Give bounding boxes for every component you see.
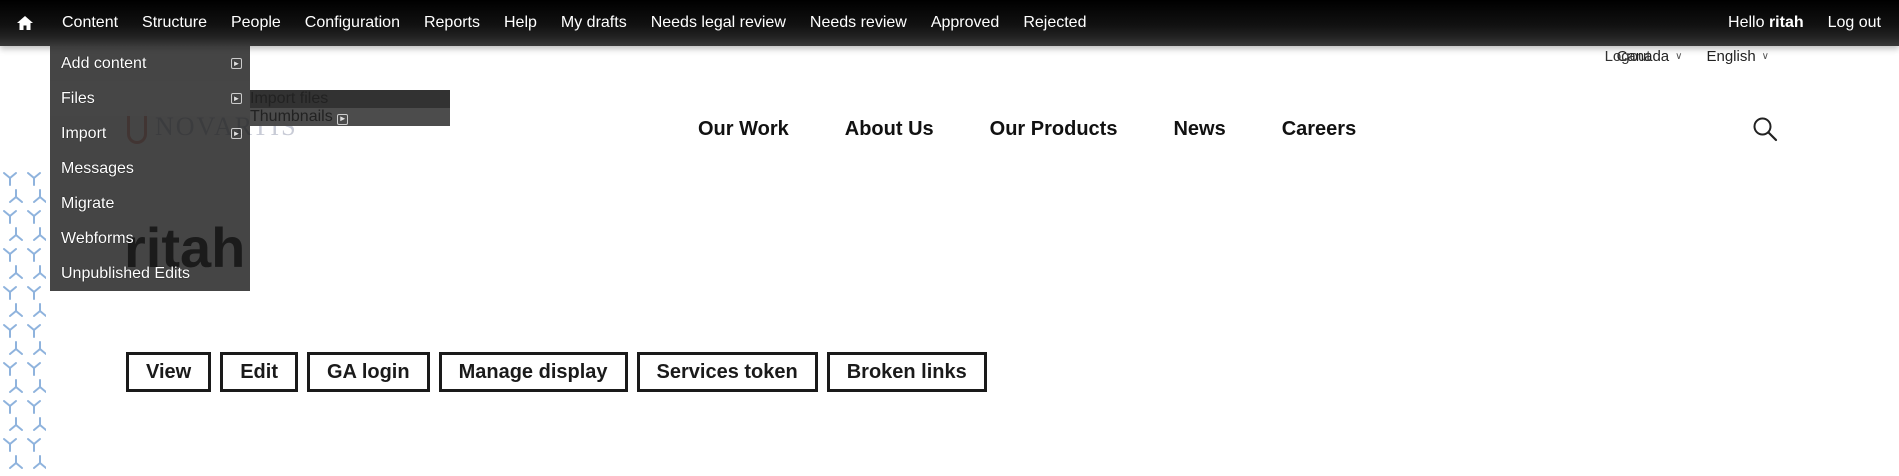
greeting-text: Hello xyxy=(1728,14,1765,31)
menu-item-messages[interactable]: Messages xyxy=(50,151,250,186)
logout-overlap-text: Logout xyxy=(1604,48,1651,65)
pattern-glyph xyxy=(33,189,46,203)
pattern-glyph xyxy=(27,286,41,300)
menu-item-label: Migrate xyxy=(61,194,115,212)
admin-menu-configuration[interactable]: Configuration xyxy=(293,14,412,32)
nav-item-our-products[interactable]: Our Products xyxy=(990,118,1118,141)
pattern-glyph xyxy=(3,362,17,376)
pattern-glyph xyxy=(9,341,23,355)
pattern-glyph xyxy=(3,400,17,414)
pattern-glyph xyxy=(9,417,23,431)
pattern-glyph xyxy=(33,265,46,279)
pattern-glyph xyxy=(27,362,41,376)
pattern-glyph xyxy=(27,438,41,452)
pattern-glyph xyxy=(33,303,46,317)
pattern-glyph xyxy=(33,455,46,469)
admin-menu: Content Structure People Configuration R… xyxy=(50,0,1098,46)
pattern-glyph xyxy=(27,248,41,262)
nav-item-news[interactable]: News xyxy=(1173,118,1225,141)
menu-item-unpublished-edits[interactable]: Unpublished Edits xyxy=(50,256,250,291)
tab-services-token[interactable]: Services token xyxy=(636,352,818,392)
admin-menu-approved[interactable]: Approved xyxy=(919,14,1012,32)
menu-item-label: Import xyxy=(61,124,107,142)
menu-item-migrate[interactable]: Migrate xyxy=(50,186,250,221)
menu-item-files[interactable]: Files ► xyxy=(50,81,250,116)
admin-menu-reports[interactable]: Reports xyxy=(412,14,492,32)
pattern-glyph xyxy=(3,286,17,300)
main-navigation: Our Work About Us Our Products News Care… xyxy=(698,118,1356,141)
tab-view[interactable]: View xyxy=(126,352,212,392)
decorative-pattern xyxy=(0,170,46,476)
tab-manage-display[interactable]: Manage display xyxy=(438,352,628,392)
expand-icon[interactable]: ► xyxy=(231,93,242,104)
pattern-glyph xyxy=(3,210,17,224)
pattern-glyph xyxy=(33,227,46,241)
pattern-glyph xyxy=(3,172,17,186)
tab-ga-login[interactable]: GA login xyxy=(307,352,430,392)
tab-edit[interactable]: Edit xyxy=(220,352,298,392)
country-selector[interactable]: Logout Canada ∨ xyxy=(1601,48,1683,65)
menu-item-label: Files xyxy=(61,89,95,107)
nav-item-careers[interactable]: Careers xyxy=(1282,118,1357,141)
expand-icon[interactable]: ► xyxy=(231,58,242,69)
menu-item-label: Thumbnails xyxy=(250,108,333,125)
pattern-glyph xyxy=(9,227,23,241)
username: ritah xyxy=(1768,14,1804,31)
admin-menu-structure[interactable]: Structure xyxy=(130,14,219,32)
pattern-glyph xyxy=(3,248,17,262)
expand-icon[interactable]: ► xyxy=(337,113,349,125)
language-label: English xyxy=(1706,48,1756,65)
menu-item-webforms[interactable]: Webforms xyxy=(50,221,250,256)
language-bar: Logout Canada ∨ English ∨ xyxy=(1601,48,1769,65)
tab-broken-links[interactable]: Broken links xyxy=(826,352,987,392)
submenu-item-thumbnails[interactable]: Thumbnails ► xyxy=(250,108,450,126)
pattern-glyph xyxy=(33,379,46,393)
admin-toolbar: Content Structure People Configuration R… xyxy=(0,0,1899,46)
pattern-glyph xyxy=(27,172,41,186)
pattern-glyph xyxy=(3,438,17,452)
menu-item-label: Add content xyxy=(61,54,147,72)
admin-menu-people[interactable]: People xyxy=(219,14,293,32)
nav-item-our-work[interactable]: Our Work xyxy=(698,118,789,141)
nav-item-about-us[interactable]: About Us xyxy=(845,118,934,141)
files-submenu: Import files Thumbnails ► xyxy=(250,90,450,126)
menu-item-add-content[interactable]: Add content ► xyxy=(50,46,250,81)
home-icon[interactable] xyxy=(0,0,50,46)
pattern-glyph xyxy=(3,324,17,338)
menu-item-label: Webforms xyxy=(61,229,134,247)
submenu-item-import-files[interactable]: Import files xyxy=(250,90,450,108)
local-tasks-tabs: View Edit GA login Manage display Servic… xyxy=(126,352,987,392)
pattern-glyph xyxy=(27,210,41,224)
pattern-glyph xyxy=(9,303,23,317)
user-greeting[interactable]: Hello ritah xyxy=(1728,14,1804,32)
menu-item-import[interactable]: Import ► xyxy=(50,116,250,151)
pattern-glyph xyxy=(33,417,46,431)
pattern-glyph xyxy=(27,400,41,414)
admin-menu-rejected[interactable]: Rejected xyxy=(1011,14,1098,32)
menu-item-label: Messages xyxy=(61,159,134,177)
pattern-glyph xyxy=(9,379,23,393)
pattern-glyph xyxy=(9,455,23,469)
admin-menu-content[interactable]: Content xyxy=(50,14,130,32)
admin-menu-help[interactable]: Help xyxy=(492,14,549,32)
pattern-glyph xyxy=(27,324,41,338)
expand-icon[interactable]: ► xyxy=(231,128,242,139)
admin-user-area: Hello ritah Log out xyxy=(1728,0,1881,46)
content-dropdown-menu: Add content ► Files ► Import ► Messages … xyxy=(50,46,250,291)
search-icon[interactable] xyxy=(1752,116,1778,147)
menu-item-label: Unpublished Edits xyxy=(61,264,190,282)
pattern-glyph xyxy=(9,189,23,203)
menu-item-label: Import files xyxy=(250,90,329,107)
chevron-down-icon: ∨ xyxy=(1761,51,1769,62)
admin-menu-needs-legal-review[interactable]: Needs legal review xyxy=(639,14,798,32)
chevron-down-icon: ∨ xyxy=(1675,51,1683,62)
admin-menu-needs-review[interactable]: Needs review xyxy=(798,14,919,32)
pattern-glyph xyxy=(33,341,46,355)
logout-link[interactable]: Log out xyxy=(1828,14,1881,32)
pattern-glyph xyxy=(9,265,23,279)
language-selector[interactable]: English ∨ xyxy=(1706,48,1769,65)
admin-menu-my-drafts[interactable]: My drafts xyxy=(549,14,639,32)
